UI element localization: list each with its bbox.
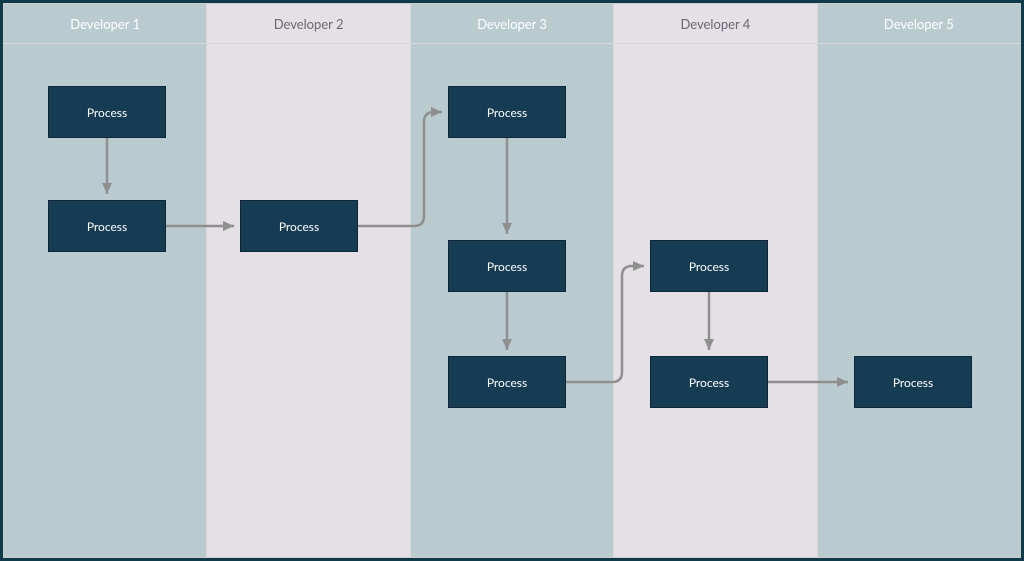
lane-developer-2: Developer 2 [207, 4, 410, 557]
lane-header: Developer 2 [207, 4, 409, 44]
lane-header: Developer 4 [614, 4, 816, 44]
lane-developer-5: Developer 5 [818, 4, 1020, 557]
process-box: Process [448, 86, 566, 138]
lane-header: Developer 1 [4, 4, 206, 44]
process-box: Process [854, 356, 972, 408]
process-box: Process [448, 240, 566, 292]
process-box: Process [240, 200, 358, 252]
process-box: Process [48, 86, 166, 138]
lane-header: Developer 3 [411, 4, 613, 44]
process-box: Process [650, 356, 768, 408]
process-box: Process [448, 356, 566, 408]
process-box: Process [48, 200, 166, 252]
swimlane-diagram: Developer 1 Developer 2 Developer 3 Deve… [3, 3, 1021, 558]
process-box: Process [650, 240, 768, 292]
lane-header: Developer 5 [818, 4, 1020, 44]
